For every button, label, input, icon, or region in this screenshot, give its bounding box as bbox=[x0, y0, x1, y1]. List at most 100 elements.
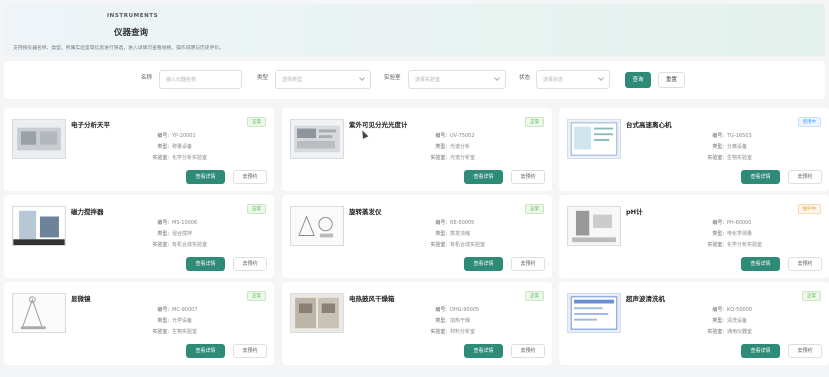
instrument-fields: 编号: RE-50005 类型: 蒸发浓缩 实验室: 有机合成实验室 bbox=[419, 218, 529, 252]
lab-label: 实验室: bbox=[430, 242, 447, 249]
type-filter-select[interactable]: 选择类型 bbox=[275, 70, 371, 89]
code-row: 编号: MS-10006 bbox=[141, 218, 251, 229]
instrument-name: 紫外可见分光光度计 bbox=[349, 121, 408, 129]
search-button[interactable]: 查询 bbox=[625, 72, 651, 88]
instrument-image bbox=[567, 119, 621, 159]
lab-row: 实验室: 生物实验室 bbox=[696, 153, 806, 164]
type-label: 类型: bbox=[435, 144, 447, 151]
instrument-image bbox=[290, 119, 344, 159]
instrument-card: 电子分析天平 正常编号: YP-20001 类型: 称量设备 实验室: 化学分析实验室查看详… bbox=[4, 108, 274, 191]
type-value: 光学设备 bbox=[172, 318, 193, 325]
instrument-name: 电子分析天平 bbox=[71, 121, 110, 129]
code-value: DHG-90005 bbox=[450, 307, 480, 313]
code-row: 编号: UV-75002 bbox=[419, 131, 529, 142]
code-value: YP-20001 bbox=[172, 133, 196, 139]
instrument-image bbox=[290, 206, 344, 246]
lab-row: 实验室: 有机合成实验室 bbox=[141, 240, 251, 251]
type-value: 电化学测量 bbox=[727, 231, 753, 238]
book-button[interactable]: 去预约 bbox=[511, 170, 545, 184]
lab-row: 实验室: 光谱分析室 bbox=[419, 153, 529, 164]
instrument-card: 旋转蒸发仪 正常 编号: RE-50005 类型: 蒸发浓缩 实验室: 有机合成实验室 查看详情… bbox=[282, 195, 552, 278]
lab-row: 实验室: 有机合成实验室 bbox=[419, 240, 529, 251]
reset-button[interactable]: 重置 bbox=[658, 72, 685, 88]
status-badge: 正常 bbox=[525, 117, 544, 127]
type-label: 类型: bbox=[435, 318, 447, 325]
view-detail-button[interactable]: 查看详情 bbox=[186, 344, 225, 358]
view-detail-button[interactable]: 查看详情 bbox=[464, 344, 503, 358]
view-detail-button[interactable]: 查看详情 bbox=[741, 170, 780, 184]
type-label: 类型: bbox=[712, 144, 724, 151]
instrument-fields: 编号: MS-10006 类型: 混合搅拌实验室: 有机合成实验室 bbox=[141, 218, 251, 252]
book-button[interactable]: 去预约 bbox=[233, 344, 267, 358]
instrument-fields: 编号: YP-20001 类型: 称量设备 实验室: 化学分析实验室 bbox=[141, 131, 251, 165]
book-button[interactable]: 去预约 bbox=[511, 344, 545, 358]
code-label: 编号: bbox=[712, 307, 724, 313]
view-detail-button[interactable]: 查看详情 bbox=[741, 344, 780, 358]
type-filter-label: 类型 bbox=[257, 75, 269, 81]
book-button[interactable]: 去预约 bbox=[788, 344, 822, 358]
instrument-name: pH计 bbox=[626, 208, 643, 216]
lab-filter-select[interactable]: 选择实验室 bbox=[408, 70, 506, 89]
code-row: 编号: YP-20001 bbox=[141, 131, 251, 142]
name-filter-label: 名称 bbox=[141, 75, 153, 81]
instrument-fields: 编号: MC-90007 类型: 光学设备 实验室: 生物实验室 bbox=[141, 305, 251, 339]
lab-value: 化学分析实验室 bbox=[727, 242, 763, 249]
status-filter-select[interactable]: 选择状态 bbox=[536, 70, 610, 89]
code-row: 编号: KQ-50000 bbox=[696, 305, 806, 316]
type-row: 类型: 光谱分析 bbox=[419, 142, 529, 153]
lab-label: 实验室: bbox=[152, 329, 169, 336]
code-row: 编号: MC-90007 bbox=[141, 305, 251, 316]
lab-filter-placeholder: 选择实验室 bbox=[415, 77, 441, 83]
instrument-card: 磁力搅拌器 正常 编号: MS-10006 类型: 混合搅拌 实验室: 有机合成实验室 查看详情… bbox=[4, 195, 274, 278]
book-button[interactable]: 去预约 bbox=[788, 170, 822, 184]
book-button[interactable]: 去预约 bbox=[511, 257, 545, 271]
lab-label: 实验室: bbox=[430, 155, 447, 162]
type-label: 类型: bbox=[157, 318, 169, 325]
type-label: 类型: bbox=[157, 231, 169, 238]
view-detail-button[interactable]: 查看详情 bbox=[464, 170, 503, 184]
status-badge: 正常 bbox=[247, 291, 266, 301]
instrument-image bbox=[12, 119, 66, 159]
book-button[interactable]: 去预约 bbox=[788, 257, 822, 271]
type-row: 类型: 光学设备 bbox=[141, 316, 251, 327]
lab-value: 有机合成实验室 bbox=[172, 242, 208, 249]
view-detail-button[interactable]: 查看详情 bbox=[186, 170, 225, 184]
instrument-image bbox=[567, 206, 621, 246]
instrument-image bbox=[290, 293, 344, 333]
code-value: MC-90007 bbox=[172, 307, 198, 313]
instrument-image bbox=[12, 206, 66, 246]
instrument-fields: 编号: TG-16503 类型: 分离设备 实验室: 生物实验室 bbox=[696, 131, 806, 165]
status-badge: 正常 bbox=[802, 291, 821, 301]
name-filter-input[interactable]: 输入仪器名称 bbox=[159, 70, 242, 89]
book-button[interactable]: 去预约 bbox=[233, 257, 267, 271]
status-badge: 维护中 bbox=[797, 204, 821, 214]
type-value: 清洗设备 bbox=[727, 318, 748, 325]
name-filter-placeholder: 输入仪器名称 bbox=[166, 77, 197, 83]
view-detail-button[interactable]: 查看详情 bbox=[464, 257, 503, 271]
lab-value: 生物实验室 bbox=[727, 155, 753, 162]
lab-value: 材料分析室 bbox=[450, 329, 476, 336]
lab-row: 实验室: 通用仪器室 bbox=[696, 327, 806, 338]
instrument-name: 显微镜 bbox=[71, 295, 91, 303]
type-value: 加热干燥 bbox=[450, 318, 471, 325]
book-button[interactable]: 去预约 bbox=[233, 170, 267, 184]
lab-label: 实验室: bbox=[152, 155, 169, 162]
instrument-card: 台式高速离心机 使用中 编号: TG-16503 类型: 分离设备 实验室: 生物实验室 查看详… bbox=[559, 108, 829, 191]
type-label: 类型: bbox=[435, 231, 447, 238]
instrument-fields: 编号: DHG-90005 类型: 加热干燥 实验室: 材料分析室 bbox=[419, 305, 529, 339]
type-value: 混合搅拌 bbox=[172, 231, 193, 238]
status-badge: 正常 bbox=[525, 291, 544, 301]
instrument-image bbox=[12, 293, 66, 333]
chevron-down-icon bbox=[494, 75, 500, 81]
type-row: 类型: 分离设备 bbox=[696, 142, 806, 153]
lab-row: 实验室: 生物实验室 bbox=[141, 327, 251, 338]
code-value: UV-75002 bbox=[450, 133, 475, 139]
instrument-fields: 编号: UV-75002 类型: 光谱分析 实验室: 光谱分析室 bbox=[419, 131, 529, 165]
code-row: 编号: TG-16503 bbox=[696, 131, 806, 142]
code-value: TG-16503 bbox=[727, 133, 752, 139]
code-value: MS-10006 bbox=[172, 220, 198, 226]
view-detail-button[interactable]: 查看详情 bbox=[186, 257, 225, 271]
code-value: PH-60000 bbox=[727, 220, 752, 226]
view-detail-button[interactable]: 查看详情 bbox=[741, 257, 780, 271]
status-badge: 正常 bbox=[247, 117, 266, 127]
